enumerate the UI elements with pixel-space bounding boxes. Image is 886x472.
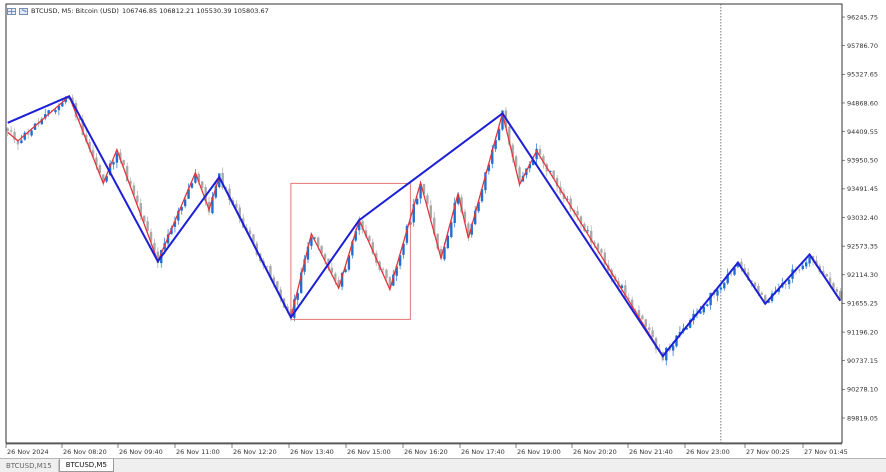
candle-body <box>9 130 13 132</box>
candle-body <box>644 319 647 327</box>
symbol-info: BTCUSD, M5: Bitcoin (USD) <box>31 7 119 15</box>
x-tick-label: 26 Nov 13:40 <box>290 448 334 456</box>
y-tick-label: 96245.75 <box>847 13 878 21</box>
x-tick-label: 26 Nov 09:40 <box>119 448 163 456</box>
x-tick-label: 26 Nov 21:40 <box>629 448 673 456</box>
y-tick-label: 91655.25 <box>847 300 878 308</box>
candle-body <box>600 249 603 253</box>
x-tick-label: 26 Nov 2024 <box>7 448 49 456</box>
y-tick-label: 95786.70 <box>847 42 878 50</box>
chart-tabs-bar: BTCUSD,M15 BTCUSD,M5 <box>0 458 886 472</box>
x-tick-label: 26 Nov 19:00 <box>517 448 561 456</box>
candle-body <box>835 289 839 292</box>
candle-body <box>801 265 804 270</box>
candle-body <box>6 128 9 131</box>
candle-body <box>641 315 644 320</box>
y-tick-label: 92573.35 <box>847 242 878 250</box>
candle-body <box>787 279 791 285</box>
tab-btcusd-m15[interactable]: BTCUSD,M15 <box>0 460 59 472</box>
x-tick-label: 26 Nov 20:20 <box>573 448 617 456</box>
x-tick-label: 27 Nov 01:45 <box>804 448 848 456</box>
candles-group <box>6 94 842 366</box>
candle-body <box>586 230 589 232</box>
tab-btcusd-m5[interactable]: BTCUSD,M5 <box>58 459 114 472</box>
candle-body <box>784 283 787 285</box>
candle-body <box>671 345 675 351</box>
ohlc-values: 106746.85 106812.21 105530.39 105803.67 <box>121 7 269 15</box>
candle-body <box>385 269 388 279</box>
chart-grid-icon[interactable] <box>7 7 16 15</box>
candle-body <box>30 130 33 136</box>
candle-body <box>54 109 57 113</box>
candle-body <box>381 269 385 270</box>
y-tick-label: 93491.45 <box>847 185 878 193</box>
x-tick-label: 27 Nov 00:25 <box>746 448 790 456</box>
y-tick-label: 94868.60 <box>847 99 878 107</box>
y-tick-label: 93032.40 <box>847 214 878 222</box>
x-tick-label: 26 Nov 11:00 <box>176 448 220 456</box>
y-tick-label: 90278.10 <box>847 386 878 394</box>
x-tick-label: 26 Nov 12:20 <box>233 448 277 456</box>
zoom-icon[interactable] <box>19 7 28 15</box>
y-tick-label: 91196.20 <box>847 328 878 336</box>
candle-body <box>576 211 579 216</box>
y-tick-label: 89819.05 <box>847 414 878 422</box>
candle-body <box>760 292 764 295</box>
chart-header: BTCUSD, M5: Bitcoin (USD) 106746.85 1068… <box>7 5 269 17</box>
candle-body <box>20 140 23 144</box>
candle-body <box>719 287 723 290</box>
x-tick-label: 26 Nov 08:20 <box>63 448 107 456</box>
y-tick-label: 95327.65 <box>847 71 878 79</box>
y-tick-label: 93950.50 <box>847 157 878 165</box>
y-tick-label: 90737.15 <box>847 357 878 365</box>
candle-body <box>651 330 654 338</box>
y-tick-label: 92114.30 <box>847 271 878 279</box>
x-tick-label: 26 Nov 15:00 <box>347 448 391 456</box>
price-chart[interactable]: 96245.75 95786.70 95327.65 94868.60 94409.55… <box>0 0 886 472</box>
candle-body <box>648 327 651 330</box>
zigzag-minor-line[interactable] <box>7 95 841 358</box>
x-tick-label: 26 Nov 23:00 <box>686 448 730 456</box>
candle-body <box>804 262 808 267</box>
y-tick-label: 94409.55 <box>847 128 878 136</box>
candle-body <box>706 304 709 306</box>
candle-body <box>723 283 726 289</box>
chart-window[interactable]: 96245.75 95786.70 95327.65 94868.60 94409.55… <box>0 0 886 472</box>
candle-body <box>825 273 828 277</box>
x-tick-label: 26 Nov 17:40 <box>461 448 505 456</box>
zigzag-major-line[interactable] <box>7 95 842 358</box>
candle-body <box>115 153 119 163</box>
chart-frame <box>5 3 843 444</box>
candle-body <box>112 162 115 165</box>
candle-body <box>808 257 811 264</box>
chart-canvas[interactable]: 96245.75 95786.70 95327.65 94868.60 94409.55… <box>0 0 886 472</box>
x-tick-label: 26 Nov 16:20 <box>404 448 448 456</box>
candle-body <box>201 181 204 188</box>
candle-body <box>798 269 801 271</box>
